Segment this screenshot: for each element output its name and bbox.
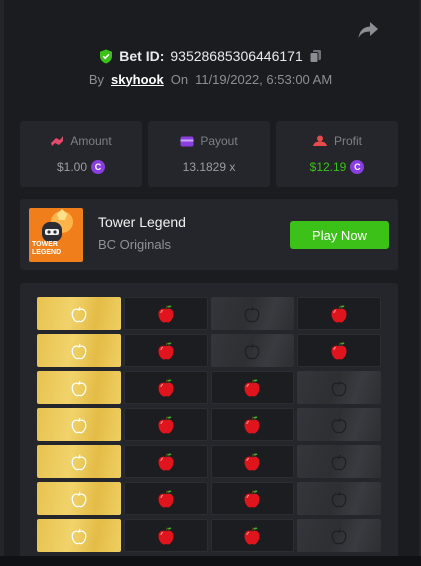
game-thumbnail[interactable]: TOWER LEGEND <box>29 208 83 262</box>
apple-tile <box>210 519 295 552</box>
amount-label: Amount <box>70 134 112 148</box>
amount-icon <box>51 136 64 146</box>
apple-tile <box>210 482 295 515</box>
bomb-tile <box>297 445 381 478</box>
stats-row: Amount $1.00 C Payout 13.1829 x Profit $… <box>20 121 398 187</box>
apple-tile <box>123 297 208 330</box>
wallet-icon <box>180 136 194 146</box>
picked-apple-icon <box>71 306 87 322</box>
picked-apple-icon <box>71 417 87 433</box>
bomb-apple-icon <box>331 380 347 396</box>
apple-tile <box>123 334 208 367</box>
bomb-apple-icon <box>244 306 260 322</box>
game-card: TOWER LEGEND Tower Legend BC Originals P… <box>20 199 398 270</box>
apple-tile <box>123 482 208 515</box>
apple-tile <box>210 371 295 404</box>
payout-label: Payout <box>200 134 238 148</box>
bomb-tile <box>210 297 295 330</box>
picked-tile <box>37 371 121 404</box>
bet-id-line: Bet ID: 93528685306446171 <box>0 46 421 66</box>
apple-icon <box>331 341 347 359</box>
profit-icon <box>312 135 327 146</box>
board-row <box>37 482 381 515</box>
apple-icon <box>158 341 174 359</box>
apple-tile <box>297 297 381 330</box>
apple-icon <box>244 415 260 433</box>
apple-icon <box>244 452 260 470</box>
apple-tile <box>123 519 208 552</box>
bet-date: 11/19/2022, 6:53:00 AM <box>195 71 333 87</box>
bet-id-value: 93528685306446171 <box>170 48 303 64</box>
apple-tile <box>123 445 208 478</box>
profit-label: Profit <box>333 134 362 148</box>
picked-tile <box>37 297 121 330</box>
apple-tile <box>297 334 381 367</box>
apple-icon <box>244 489 260 507</box>
board-row <box>37 371 381 404</box>
by-label: By <box>88 71 104 87</box>
bomb-apple-icon <box>331 454 347 470</box>
play-now-button[interactable]: Play Now <box>290 221 389 249</box>
apple-tile <box>123 371 208 404</box>
apple-tile <box>210 445 295 478</box>
copy-icon[interactable] <box>309 49 322 63</box>
board-row <box>37 519 381 552</box>
apple-icon <box>158 378 174 396</box>
apple-icon <box>158 304 174 322</box>
bottom-edge <box>0 556 421 566</box>
apple-icon <box>244 526 260 544</box>
tower-board <box>20 283 398 566</box>
picked-tile <box>37 445 121 478</box>
picked-apple-icon <box>71 491 87 507</box>
apple-icon <box>158 526 174 544</box>
bomb-apple-icon <box>331 528 347 544</box>
apple-icon <box>158 415 174 433</box>
bomb-apple-icon <box>244 343 260 359</box>
apple-icon <box>244 378 260 396</box>
bomb-apple-icon <box>331 417 347 433</box>
apple-icon <box>158 452 174 470</box>
game-provider: BC Originals <box>98 237 171 252</box>
bomb-tile <box>297 519 381 552</box>
bomb-tile <box>297 408 381 441</box>
apple-icon <box>158 489 174 507</box>
bomb-tile <box>297 371 381 404</box>
apple-tile <box>123 408 208 441</box>
coin-icon: C <box>350 160 365 174</box>
bet-id-label: Bet ID: <box>119 48 165 64</box>
picked-apple-icon <box>71 343 87 359</box>
stat-profit: Profit $12.19 C <box>276 121 398 187</box>
apple-tile <box>210 408 295 441</box>
author-line: By skyhook On 11/19/2022, 6:53:00 AM <box>0 70 421 88</box>
coin-icon: C <box>91 160 106 174</box>
picked-apple-icon <box>71 454 87 470</box>
amount-value: $1.00 <box>56 160 88 174</box>
bomb-tile <box>210 334 295 367</box>
board-row <box>37 445 381 478</box>
board-row <box>37 297 381 330</box>
bet-detail-panel: Bet ID: 93528685306446171 By skyhook On … <box>0 0 421 566</box>
bomb-apple-icon <box>331 491 347 507</box>
verified-shield-icon <box>100 49 113 63</box>
picked-tile <box>37 519 121 552</box>
game-title[interactable]: Tower Legend <box>98 214 186 230</box>
apple-icon <box>331 304 347 322</box>
picked-tile <box>37 482 121 515</box>
profit-value: $12.19 <box>309 160 347 174</box>
bomb-tile <box>297 482 381 515</box>
picked-tile <box>37 334 121 367</box>
payout-value: 13.1829 x <box>182 160 236 174</box>
username-link[interactable]: skyhook <box>111 72 164 87</box>
stat-payout: Payout 13.1829 x <box>148 121 270 187</box>
picked-apple-icon <box>71 528 87 544</box>
stat-amount: Amount $1.00 C <box>20 121 142 187</box>
picked-tile <box>37 408 121 441</box>
game-thumb-text: TOWER LEGEND <box>32 241 62 256</box>
picked-apple-icon <box>71 380 87 396</box>
board-row <box>37 334 381 367</box>
on-label: On <box>170 71 189 87</box>
board-row <box>37 408 381 441</box>
share-arrow-icon[interactable] <box>357 20 379 40</box>
